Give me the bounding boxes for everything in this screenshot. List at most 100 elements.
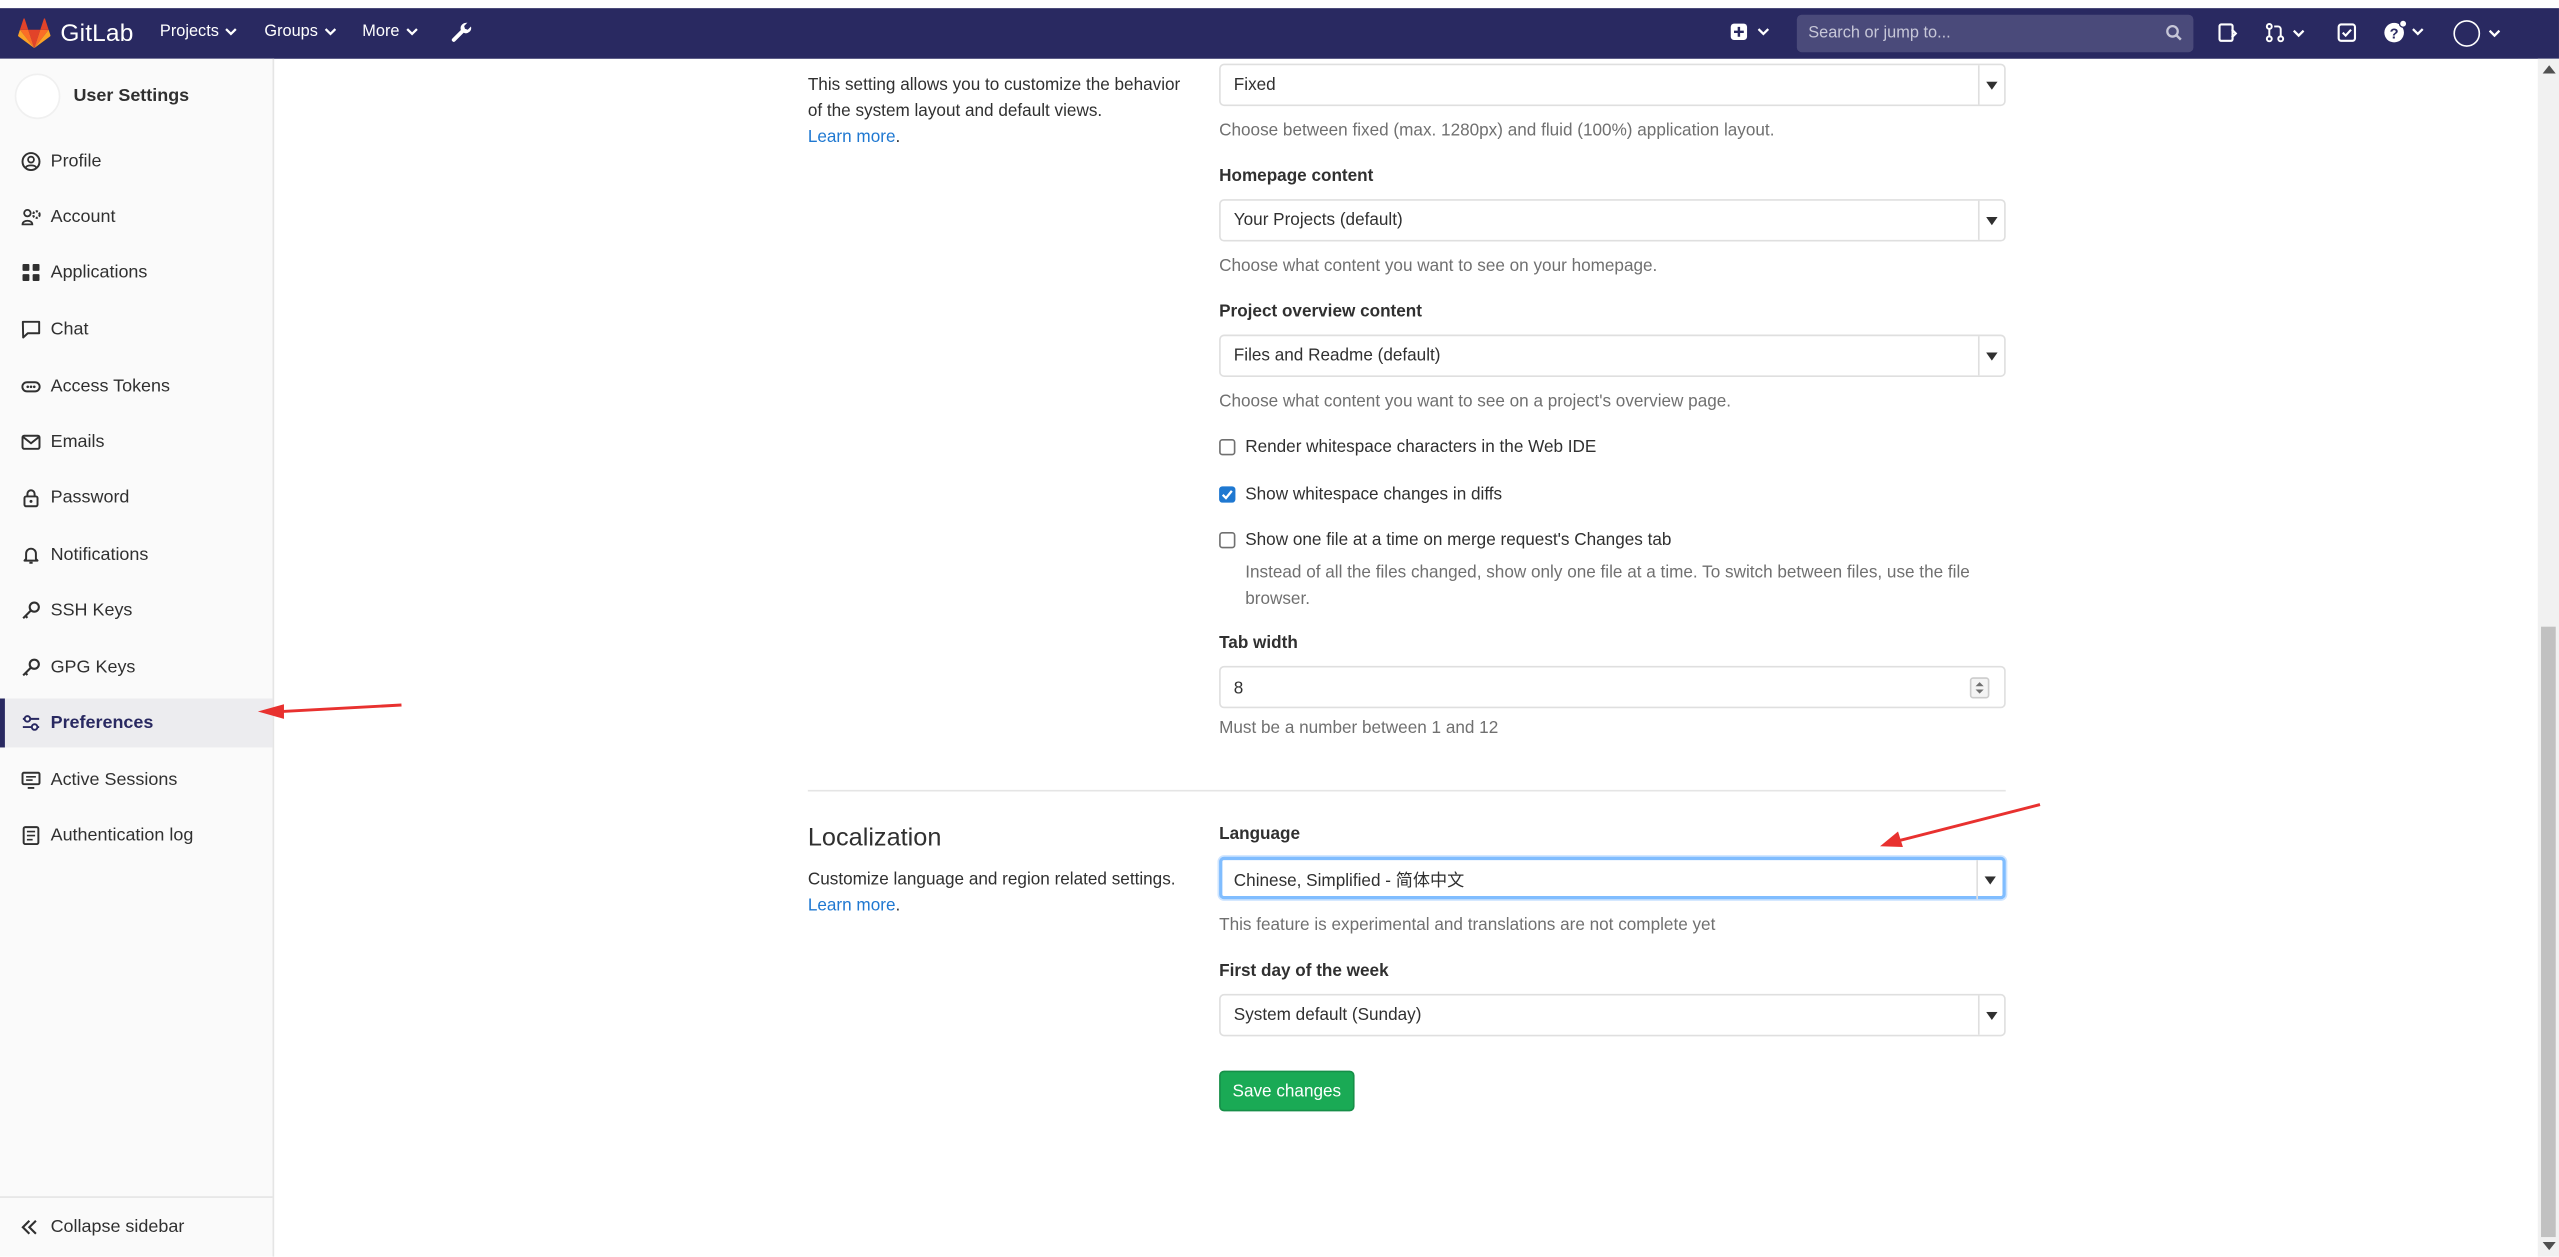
render-whitespace-checkbox-row[interactable]: Render whitespace characters in the Web …	[1219, 437, 1596, 457]
new-item-dropdown[interactable]	[1730, 23, 1770, 41]
monitor-icon	[20, 769, 41, 790]
issues-button[interactable]	[2218, 23, 2238, 43]
user-menu-dropdown[interactable]	[2453, 20, 2501, 48]
sidebar-item-emails[interactable]: Emails	[0, 418, 273, 467]
collapse-sidebar-label: Collapse sidebar	[50, 1217, 185, 1238]
render-whitespace-checkbox[interactable]	[1219, 439, 1236, 456]
sidebar-item-authentication-log[interactable]: Authentication log	[0, 811, 273, 860]
homepage-content-label: Homepage content	[1219, 166, 1374, 187]
sidebar-item-gpg-keys[interactable]: GPG Keys	[0, 643, 273, 692]
chat-icon	[20, 319, 41, 340]
gitlab-logo[interactable]: GitLab	[18, 18, 134, 49]
sidebar-item-label: Profile	[50, 151, 102, 172]
sidebar-item-chat[interactable]: Chat	[0, 305, 273, 354]
one-file-at-a-time-checkbox-row[interactable]: Show one file at a time on merge request…	[1219, 530, 1671, 550]
checkmark-icon	[1221, 490, 1233, 500]
behavior-description: This setting allows you to customize the…	[807, 75, 1181, 147]
sidebar-header[interactable]: User Settings	[14, 73, 189, 120]
sidebar-item-label: SSH Keys	[50, 600, 133, 621]
sidebar-item-active-sessions[interactable]: Active Sessions	[0, 756, 273, 805]
show-whitespace-diffs-label: Show whitespace changes in diffs	[1245, 484, 1503, 505]
localization-description: Customize language and region related se…	[807, 869, 1176, 916]
top-strip	[0, 0, 2559, 9]
page-scrollbar[interactable]	[2537, 58, 2559, 1257]
nav-groups-label: Groups	[264, 22, 318, 41]
tab-width-help-text: Must be a number between 1 and 12	[1219, 718, 1499, 738]
collapse-sidebar-button[interactable]: Collapse sidebar	[0, 1196, 273, 1256]
sidebar-item-account[interactable]: Account	[0, 193, 273, 242]
nav-projects-dropdown[interactable]: Projects	[160, 23, 237, 41]
one-file-at-a-time-label: Show one file at a time on merge request…	[1245, 530, 1672, 550]
profile-icon	[20, 151, 41, 172]
scroll-up-arrow-icon[interactable]	[2542, 65, 2556, 74]
project-overview-select[interactable]: Files and Readme (default)	[1219, 334, 2006, 377]
show-whitespace-diffs-checkbox[interactable]	[1219, 486, 1236, 503]
token-icon	[20, 376, 41, 397]
todo-check-icon	[2337, 23, 2357, 42]
behavior-description-text: This setting allows you to customize the…	[807, 75, 1181, 121]
todos-button[interactable]	[2337, 23, 2357, 43]
localization-title: Localization	[807, 824, 942, 852]
help-dropdown[interactable]: ?	[2383, 19, 2424, 44]
layout-width-value: Fixed	[1233, 75, 1276, 95]
select-caret-icon	[1977, 65, 2004, 105]
chevron-down-icon	[324, 28, 336, 36]
language-select[interactable]: Chinese, Simplified - 简体中文	[1219, 856, 2006, 900]
key-icon	[20, 600, 41, 621]
sidebar-item-label: Authentication log	[50, 825, 194, 846]
account-icon	[20, 206, 41, 227]
scroll-down-arrow-icon[interactable]	[2542, 1241, 2556, 1251]
issues-icon	[2218, 23, 2238, 42]
search-placeholder: Search or jump to...	[1808, 24, 1951, 43]
language-value: Chinese, Simplified - 简体中文	[1233, 871, 1465, 892]
plus-square-icon	[1730, 23, 1748, 40]
search-input[interactable]: Search or jump to...	[1796, 14, 2194, 53]
chevron-down-icon	[2412, 28, 2424, 36]
sidebar-item-ssh-keys[interactable]: SSH Keys	[0, 586, 273, 635]
layout-width-select[interactable]: Fixed	[1219, 63, 2006, 107]
key-icon	[20, 657, 41, 678]
sidebar-item-access-tokens[interactable]: Access Tokens	[0, 362, 273, 411]
sidebar-item-applications[interactable]: Applications	[0, 248, 273, 297]
search-icon	[2166, 24, 2182, 41]
top-navbar: GitLab Projects Groups More Search or ju…	[0, 8, 2559, 59]
sidebar-item-preferences[interactable]: Preferences	[0, 698, 273, 748]
select-caret-icon	[1977, 200, 2004, 240]
one-file-at-a-time-checkbox[interactable]	[1219, 532, 1236, 549]
sidebar-item-profile[interactable]: Profile	[0, 137, 273, 186]
nav-more-label: More	[362, 22, 400, 41]
chevron-down-icon	[406, 28, 418, 36]
localization-description-text: Customize language and region related se…	[807, 869, 1176, 890]
select-caret-icon	[1976, 860, 2002, 900]
sidebar-item-password[interactable]: Password	[0, 473, 273, 522]
mail-icon	[20, 432, 41, 453]
render-whitespace-label: Render whitespace characters in the Web …	[1245, 437, 1597, 457]
save-changes-button[interactable]: Save changes	[1219, 1070, 1355, 1112]
user-settings-sidebar: User Settings Profile Account Applicatio…	[0, 58, 275, 1257]
avatar	[14, 73, 61, 120]
main-content: This setting allows you to customize the…	[276, 59, 2538, 1257]
sidebar-item-label: Preferences	[50, 713, 154, 733]
homepage-content-select[interactable]: Your Projects (default)	[1219, 199, 2006, 242]
behavior-learn-more-link[interactable]: Learn more	[808, 127, 896, 147]
sidebar-item-notifications[interactable]: Notifications	[0, 530, 273, 579]
nav-groups-dropdown[interactable]: Groups	[264, 22, 336, 41]
admin-wrench-button[interactable]	[450, 21, 473, 44]
wrench-icon	[451, 22, 472, 42]
double-chevron-left-icon	[20, 1217, 41, 1237]
nav-more-dropdown[interactable]: More	[362, 22, 418, 41]
first-day-select[interactable]: System default (Sunday)	[1219, 993, 2006, 1037]
tab-width-value: 8	[1233, 678, 1244, 699]
show-whitespace-diffs-checkbox-row[interactable]: Show whitespace changes in diffs	[1219, 484, 1503, 505]
project-overview-label: Project overview content	[1219, 301, 1422, 322]
number-spinner[interactable]	[1969, 677, 1990, 699]
section-divider	[807, 789, 2006, 792]
one-file-help-line2: browser.	[1245, 589, 1310, 609]
layout-help-text: Choose between fixed (max. 1280px) and f…	[1219, 120, 1775, 141]
merge-requests-dropdown[interactable]	[2265, 23, 2305, 43]
tab-width-input[interactable]: 8	[1219, 665, 2006, 709]
lock-icon	[20, 487, 41, 508]
scroll-thumb[interactable]	[2541, 626, 2556, 1238]
svg-text:?: ?	[2390, 26, 2399, 42]
localization-learn-more-link[interactable]: Learn more	[808, 896, 896, 916]
